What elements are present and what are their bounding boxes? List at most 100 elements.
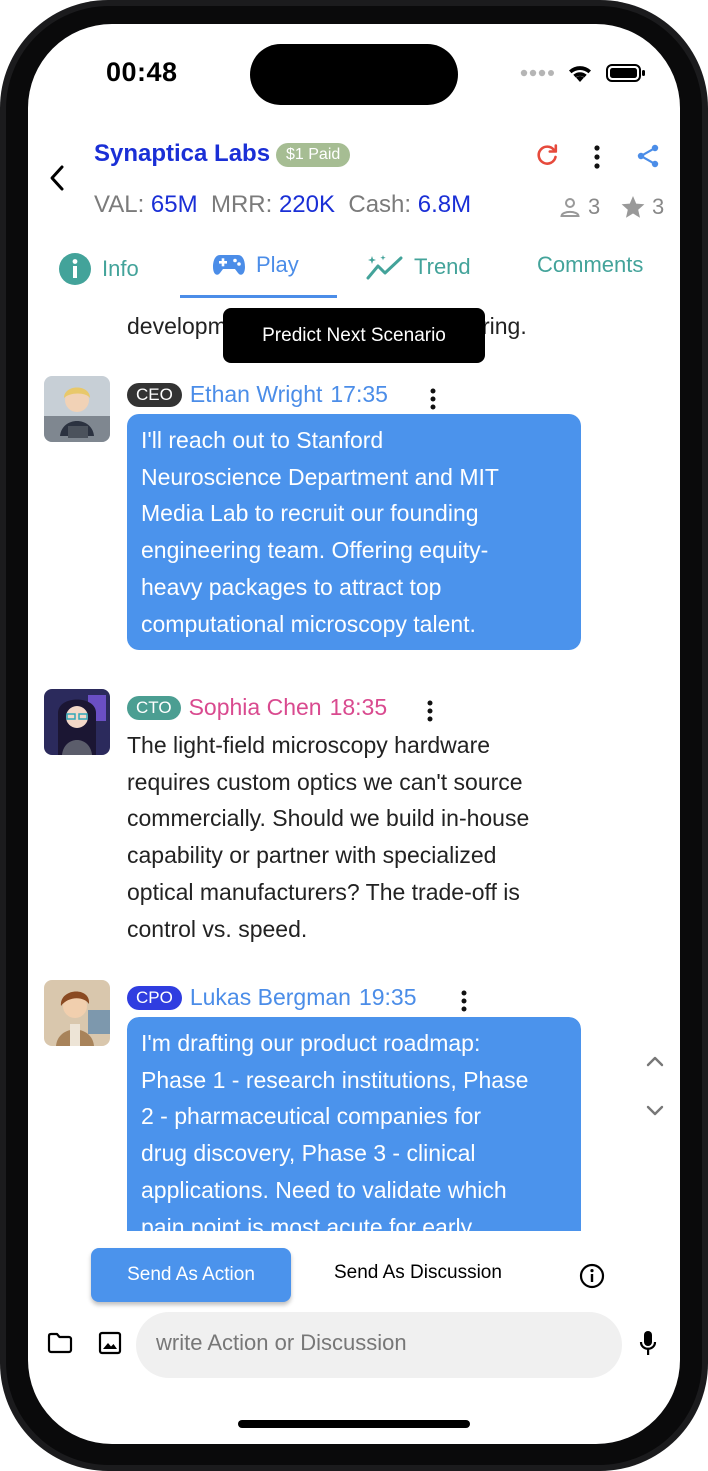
wifi-icon [569,66,591,82]
tab-trend-label: Trend [414,254,471,279]
message-line: control vs. speed. [127,915,308,942]
message-line: Media Lab to recruit our founding [141,500,479,527]
folder-icon [47,1332,73,1354]
home-indicator [238,1420,470,1428]
more-vertical-icon [430,388,436,410]
message-time: 19:35 [358,984,417,1010]
message-options-button[interactable] [426,700,434,727]
company-metrics: VAL: 65M MRR: 220K Cash: 6.8M [94,191,471,219]
info-icon [59,253,91,285]
cash-value: 6.8M [417,191,472,218]
message-line: I'll reach out to Stanford [141,427,384,453]
message-line: capability or partner with specialized [127,842,497,869]
message-bubble-clip: I'm drafting our product roadmap: Phase … [127,1017,581,1231]
dynamic-island [250,44,458,105]
more-vertical-icon [461,990,467,1012]
predict-next-scenario-tooltip: Predict Next Scenario [223,308,485,363]
status-icons [520,62,646,84]
share-button[interactable] [635,143,661,174]
message-text: The light-field microscopy hardware requ… [127,727,597,947]
message-line: I'm drafting our product roadmap: [141,1030,481,1056]
message-time: 17:35 [330,381,388,407]
avatar-image [44,980,110,1046]
scroll-down-button[interactable] [646,1104,664,1122]
voice-input-button[interactable] [639,1330,657,1361]
attach-image-button[interactable] [98,1331,122,1360]
message-header-cpo: CPO Lukas Bergman 19:35 [127,984,417,1011]
cash-label: Cash: [348,191,412,218]
refresh-icon [537,144,558,165]
role-badge: CTO [127,695,181,720]
tab-info-label: Info [102,256,139,281]
role-badge: CPO [127,985,182,1010]
company-name[interactable]: Synaptica Labs [94,140,270,168]
message-bubble: I'm drafting our product roadmap: Phase … [127,1017,581,1231]
message-bubble: I'll reach out to Stanford Neuroscience … [127,414,581,651]
message-line: drug discovery, Phase 3 - clinical [141,1140,476,1167]
more-vertical-icon [427,700,433,722]
star-count: 3 [620,194,664,220]
battery-icon [606,64,645,82]
send-mode-info-button[interactable] [579,1263,605,1294]
attach-file-button[interactable] [47,1332,73,1359]
send-as-action-button[interactable]: Send As Action [91,1248,291,1302]
tab-comments-label: Comments [537,252,644,277]
author-name[interactable]: Sophia Chen [189,694,322,721]
tab-info[interactable]: Info [58,252,139,286]
status-time: 00:48 [106,57,178,87]
cellular-signal-icon [520,69,554,77]
message-line: 2 - pharmaceutical companies for [141,1103,482,1130]
avatar-lukas-bergman[interactable] [44,980,110,1046]
avatar-sophia-chen[interactable] [44,689,110,755]
val-value: 65M [150,191,198,218]
gamepad-icon [213,255,245,275]
image-icon [98,1331,122,1355]
message-header-ceo: CEO Ethan Wright 17:35 [127,381,388,408]
author-name[interactable]: Ethan Wright [190,381,323,408]
partial-message-left: developm [127,313,227,339]
message-line: heavy packages to attract top [141,573,442,600]
message-line: computational microscopy talent. [141,610,476,637]
member-count: 3 [558,194,600,220]
message-options-button[interactable] [429,388,437,415]
chevron-up-icon [646,1056,664,1067]
tab-comments[interactable]: Comments [537,252,643,278]
microphone-icon [639,1331,657,1355]
more-vertical-icon [594,145,600,169]
chevron-down-icon [646,1105,664,1116]
message-line: optical manufacturers? The trade-off is [127,878,520,905]
role-badge: CEO [127,382,182,407]
refresh-button[interactable] [534,142,560,173]
message-line: Phase 1 - research institutions, Phase [141,1066,529,1093]
back-button[interactable] [48,164,66,197]
partial-message-right: ring. [482,313,527,339]
tab-bar: Info Play Trend Comments [28,252,680,298]
share-icon [637,144,659,168]
star-count-value: 3 [652,194,665,219]
message-line: requires custom optics we can't source [127,768,523,795]
trend-icon [366,255,403,280]
message-options-button[interactable] [460,990,468,1017]
author-name[interactable]: Lukas Bergman [190,984,351,1011]
tab-play[interactable]: Play [212,252,299,278]
member-count-value: 3 [588,194,601,219]
message-time: 18:35 [329,694,388,720]
mrr-label: MRR: [210,191,273,218]
more-menu-button[interactable] [593,145,601,174]
avatar-image [44,376,110,442]
info-outline-icon [579,1263,605,1289]
app-screen: 00:48 Synaptica Labs $1 Paid VAL: 65M MR… [28,24,680,1444]
message-line: The light-field microscopy hardware [127,732,491,758]
message-line: applications. Need to validate which [141,1176,507,1203]
paid-badge: $1 Paid [276,143,351,167]
message-line: engineering team. Offering equity- [141,537,489,564]
tab-trend[interactable]: Trend [366,252,471,282]
message-line: pain point is most acute for early [141,1213,473,1231]
message-line: commercially. Should we build in-house [127,805,530,832]
chevron-left-icon [50,165,64,191]
message-header-cto: CTO Sophia Chen 18:35 [127,694,387,721]
scroll-up-button[interactable] [646,1054,664,1072]
avatar-ethan-wright[interactable] [44,376,110,442]
send-as-discussion-button[interactable]: Send As Discussion [334,1262,502,1284]
val-label: VAL: [94,191,145,218]
